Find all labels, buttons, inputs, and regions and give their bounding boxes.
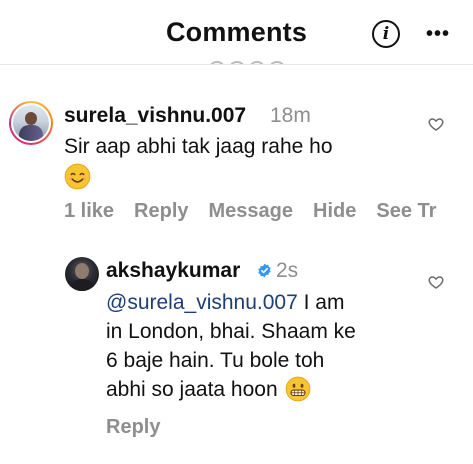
- reply-text-line1: I am: [297, 291, 345, 314]
- smile-emoji: [64, 163, 91, 190]
- page-title: Comments: [165, 17, 308, 47]
- verified-badge-icon: [258, 263, 271, 278]
- reply-text-line3: 6 baje hain. Tu bole toh: [106, 349, 325, 372]
- grimace-emoji: [285, 376, 311, 402]
- avatar[interactable]: [9, 101, 53, 145]
- reply-button[interactable]: Reply: [106, 416, 160, 438]
- comment-time: 18m: [270, 104, 311, 127]
- reply-text-line4: abhi so jaata hoon: [106, 378, 278, 401]
- more-horizontal-icon[interactable]: •••: [426, 22, 450, 46]
- reply-text-line2: in London, bhai. Shaam ke: [106, 320, 356, 343]
- reply-actions: Reply: [106, 416, 180, 439]
- reply-username[interactable]: akshaykumar: [106, 259, 240, 283]
- comments-header: Comments i •••: [0, 0, 473, 64]
- reply-time: 2s: [276, 259, 299, 282]
- comment-actions: 1 like Reply Message Hide See Tr: [64, 200, 456, 223]
- see-translation-button[interactable]: See Tr: [376, 200, 436, 222]
- heart-icon[interactable]: [428, 274, 444, 290]
- hide-button[interactable]: Hide: [313, 200, 356, 222]
- heart-icon[interactable]: [428, 116, 444, 132]
- info-icon[interactable]: i: [372, 20, 400, 48]
- comment-username[interactable]: surela_vishnu.007: [64, 104, 246, 128]
- mention-link[interactable]: @surela_vishnu.007: [106, 291, 298, 314]
- comment-text: Sir aap abhi tak jaag rahe ho: [64, 135, 333, 158]
- reply-text: @surela_vishnu.007 I am in London, bhai.…: [106, 288, 356, 404]
- avatar[interactable]: [65, 257, 99, 291]
- reply-button[interactable]: Reply: [134, 200, 188, 222]
- message-button[interactable]: Message: [209, 200, 294, 222]
- likes-count[interactable]: 1 like: [64, 200, 114, 222]
- header-divider: [0, 64, 473, 65]
